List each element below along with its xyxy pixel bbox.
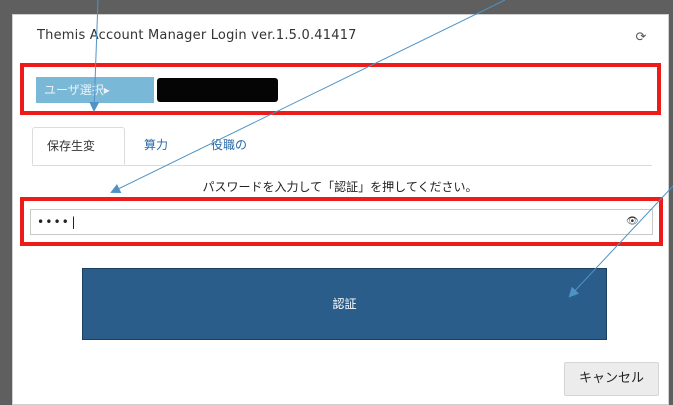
eye-icon[interactable]: 👁	[626, 216, 639, 227]
tab-bar: 保存生変 算力 役職の	[32, 127, 652, 166]
user-select-button[interactable]: ユーザ選択▸	[36, 77, 154, 103]
user-row-highlight: ユーザ選択▸	[20, 63, 661, 115]
authenticate-button[interactable]: 認証	[82, 268, 607, 340]
tab-0[interactable]: 保存生変	[32, 127, 125, 165]
window-title: Themis Account Manager Login ver.1.5.0.4…	[37, 28, 357, 43]
tab-2[interactable]: 役職の	[197, 127, 261, 165]
tab-1[interactable]: 算力	[130, 127, 182, 165]
refresh-icon[interactable]: ⟳	[632, 29, 650, 47]
redacted-user-name	[157, 78, 278, 102]
password-input[interactable]: ••••|	[30, 209, 653, 235]
cancel-button[interactable]: キャンセル	[564, 362, 659, 396]
password-row-highlight: ••••| 👁	[20, 197, 663, 246]
instruction-text: パスワードを入力して「認証」を押してください。	[202, 180, 478, 194]
